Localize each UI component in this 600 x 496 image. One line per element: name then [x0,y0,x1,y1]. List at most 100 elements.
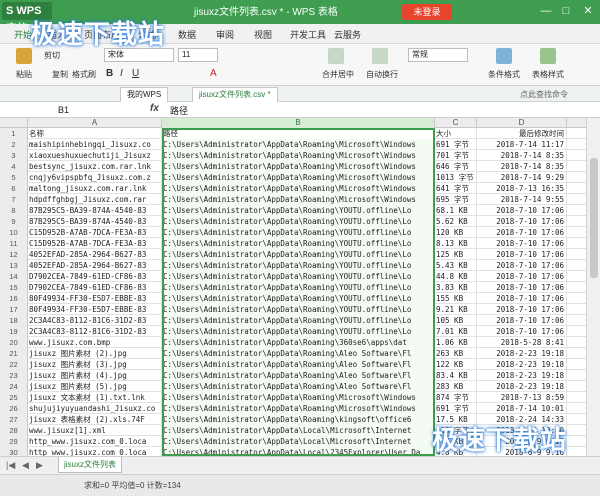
tab-my-wps[interactable]: 我的WPS [120,87,169,102]
row-number[interactable]: 7 [0,194,28,205]
cell-name[interactable]: jisuxz 表格素材 (2).xls.74F [28,414,162,425]
cell-path[interactable]: C:\Users\Administrator\AppData\Roaming\Y… [162,326,435,337]
cell-size[interactable]: 283 KB [435,381,477,392]
cell-name[interactable]: jisuxz 文本素材 (1).txt.lnk [28,392,162,403]
menu-data[interactable]: 数据 [178,28,196,41]
cell-size[interactable]: 155 KB [435,293,477,304]
sheet-tab[interactable]: jisuxz文件列表 [58,457,122,473]
cell-name[interactable]: 87B295C5-BA39-874A-4540-83 [28,205,162,216]
cell-path[interactable]: C:\Users\Administrator\AppData\Roaming\M… [162,403,435,414]
bold-icon[interactable]: B [106,68,113,79]
cell-path[interactable]: C:\Users\Administrator\AppData\Roaming\Y… [162,249,435,260]
cell-modified[interactable]: 最后修改时间 [477,128,567,139]
cell-modified[interactable]: 2018-5-28 8:41 [477,337,567,348]
cell-size[interactable]: 7.01 KB [435,326,477,337]
row-number[interactable]: 5 [0,172,28,183]
row-number[interactable]: 8 [0,205,28,216]
cell-size[interactable]: 9.21 KB [435,304,477,315]
cell-name[interactable]: shujujiyuyuandashi_Jisuxz.co [28,403,162,414]
cut-button[interactable]: 剪切 [44,50,60,61]
row-number[interactable]: 28 [0,425,28,436]
cell-modified[interactable]: 2018-7-14 9:29 [477,172,567,183]
row-number[interactable]: 15 [0,282,28,293]
menu-cloud[interactable]: 云服务 [334,28,361,41]
cell-modified[interactable]: 2018-7-13 16:35 [477,183,567,194]
prev-sheet-icon[interactable]: ◀ [22,460,29,471]
cell-name[interactable]: 4052EFAD-285A-2964-B627-83 [28,249,162,260]
select-all-corner[interactable] [0,118,28,128]
column-header-a[interactable]: A [28,118,162,128]
cell-name[interactable]: D7902CEA-7849-61ED-CF86-83 [28,282,162,293]
cell-modified[interactable]: 2018-7-10 17:06 [477,315,567,326]
table-style-button[interactable]: 表格样式 [532,69,564,80]
cell-name[interactable]: 4052EFAD-285A-2964-B627-83 [28,260,162,271]
cell-size[interactable]: 701 字节 [435,150,477,161]
cell-size[interactable]: 1013 字节 [435,172,477,183]
next-sheet-icon[interactable]: ▶ [36,460,43,471]
row-number[interactable]: 30 [0,447,28,456]
cell-name[interactable]: http_www.jisuxz.com_0.loca [28,436,162,447]
font-color-icon[interactable]: A [210,68,217,79]
merge-center-button[interactable]: 合并居中 [322,69,354,80]
row-number[interactable]: 6 [0,183,28,194]
cell-modified[interactable]: 2018-2-23 19:18 [477,381,567,392]
row-number[interactable]: 18 [0,315,28,326]
cell-modified[interactable]: 2018-7-14 9:55 [477,194,567,205]
cell-size[interactable]: 691 字节 [435,139,477,150]
cell-name[interactable]: C15D952B-A7AB-7DCA-FE3A-83 [28,238,162,249]
cell-path[interactable]: C:\Users\Administrator\AppData\Roaming\A… [162,370,435,381]
cell-path[interactable]: C:\Users\Administrator\AppData\Local\234… [162,447,435,456]
menu-view[interactable]: 视图 [254,28,272,41]
vertical-scrollbar[interactable] [586,118,600,456]
table-style-icon[interactable] [540,48,556,64]
cell-modified[interactable]: 2018-7-14 10:01 [477,403,567,414]
cell-modified[interactable]: 2018-7-10 17:06 [477,293,567,304]
row-number[interactable]: 13 [0,260,28,271]
row-number[interactable]: 10 [0,227,28,238]
name-box[interactable]: B1 [28,103,108,117]
cell-path[interactable]: C:\Users\Administrator\AppData\Roaming\A… [162,359,435,370]
cell-size[interactable]: 122 KB [435,359,477,370]
cell-modified[interactable]: 2018-7-10 17:06 [477,249,567,260]
cell-name[interactable]: www.jisuxz[1].xml [28,425,162,436]
formula-input[interactable]: 路径 [170,104,188,117]
row-number[interactable]: 4 [0,161,28,172]
column-header-c[interactable]: C [435,118,477,128]
cell-modified[interactable]: 2018-2-23 19:18 [477,370,567,381]
copy-button[interactable]: 复制 [52,69,68,80]
cell-size[interactable]: 874 字节 [435,392,477,403]
cell-size[interactable]: 3.83 KB [435,282,477,293]
row-number[interactable]: 16 [0,293,28,304]
row-number[interactable]: 17 [0,304,28,315]
number-format-select[interactable]: 常规 [408,48,468,62]
paste-button[interactable]: 粘贴 [16,69,32,80]
column-header-d[interactable]: D [477,118,567,128]
cell-name[interactable]: 2C3A4C83-8112-81C6-31D2-83 [28,326,162,337]
cell-modified[interactable]: 2018-7-10 17:06 [477,216,567,227]
cell-path[interactable]: 路径 [162,128,435,139]
row-number[interactable]: 12 [0,249,28,260]
cell-name[interactable]: 名称 [28,128,162,139]
row-number[interactable]: 26 [0,403,28,414]
cell-modified[interactable]: 2018-7-10 17:06 [477,227,567,238]
cell-modified[interactable]: 2018-7-10 17:06 [477,304,567,315]
column-header-b[interactable]: B [162,118,435,128]
cell-name[interactable]: C15D952B-A7AB-7DCA-FE3A-83 [28,227,162,238]
row-number[interactable]: 22 [0,359,28,370]
cell-path[interactable]: C:\Users\Administrator\AppData\Roaming\Y… [162,315,435,326]
cell-size[interactable]: 5.43 KB [435,260,477,271]
cell-size[interactable]: 641 字节 [435,183,477,194]
cell-size[interactable]: 263 KB [435,348,477,359]
cell-path[interactable]: C:\Users\Administrator\AppData\Roaming\Y… [162,205,435,216]
first-sheet-icon[interactable]: |◀ [6,460,15,471]
cell-path[interactable]: C:\Users\Administrator\AppData\Roaming\k… [162,414,435,425]
cell-name[interactable]: 80F49934-FF30-E5D7-EBBE-83 [28,293,162,304]
cell-size[interactable]: 646 字节 [435,161,477,172]
cell-modified[interactable]: 2018-7-13 8:59 [477,392,567,403]
italic-icon[interactable]: I [120,68,123,79]
cell-modified[interactable]: 2018-7-10 17:06 [477,205,567,216]
cell-path[interactable]: C:\Users\Administrator\AppData\Roaming\Y… [162,238,435,249]
cell-size[interactable]: 大小 [435,128,477,139]
cell-name[interactable]: bestsync_jisuxz.com.rar.lnk [28,161,162,172]
row-number[interactable]: 19 [0,326,28,337]
